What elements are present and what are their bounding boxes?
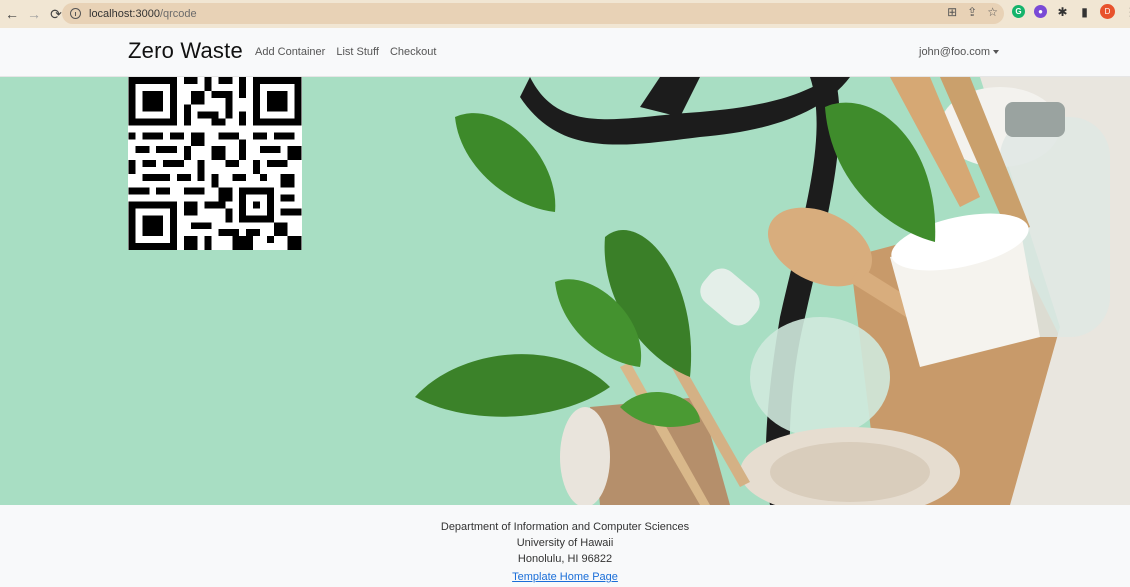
page-footer: Department of Information and Computer S… [0,505,1130,587]
nav-list-stuff[interactable]: List Stuff [336,46,379,58]
browser-toolbar: ← → ⟳ localhost:3000/qrcode ⊞ ⇪ ☆ G ● ✱ … [0,0,1130,28]
share-icon[interactable]: ⇪ [967,5,977,19]
app-navbar: Zero Waste Add Container List Stuff Chec… [0,28,1130,77]
nav-add-container[interactable]: Add Container [255,46,325,58]
menu-kebab-icon[interactable]: ⋮ [1124,5,1130,19]
bookmark-star-icon[interactable]: ☆ [987,5,998,19]
user-email: john@foo.com [919,46,991,58]
url-host: localhost:3000 [89,7,160,20]
translate-icon[interactable]: ⊞ [947,5,957,19]
footer-department: Department of Information and Computer S… [440,521,690,533]
extension-icon[interactable]: ● [1034,5,1047,18]
user-dropdown[interactable]: john@foo.com [919,46,1000,58]
nav-links: Add Container List Stuff Checkout [255,46,436,58]
template-home-page-link[interactable]: Template Home Page [512,571,618,583]
footer-university: University of Hawaii [516,537,614,549]
puzzle-extensions-icon[interactable]: ✱ [1056,5,1069,19]
url-path: /qrcode [159,7,197,20]
qr-code-image [128,77,302,250]
side-panel-icon[interactable]: ▮ [1078,5,1091,19]
address-bar[interactable]: localhost:3000/qrcode ⊞ ⇪ ☆ [62,3,1004,24]
url-text: localhost:3000/qrcode [89,8,197,20]
forward-icon[interactable]: → [24,4,44,24]
profile-avatar[interactable]: D [1100,4,1115,19]
nav-checkout[interactable]: Checkout [390,46,436,58]
grammarly-extension-icon[interactable]: G [1012,5,1025,18]
site-info-icon[interactable] [70,8,81,19]
brand-title[interactable]: Zero Waste [128,38,243,64]
chevron-down-icon [993,50,1000,54]
back-icon[interactable]: ← [2,4,22,24]
footer-address: Honolulu, HI 96822 [517,553,613,565]
